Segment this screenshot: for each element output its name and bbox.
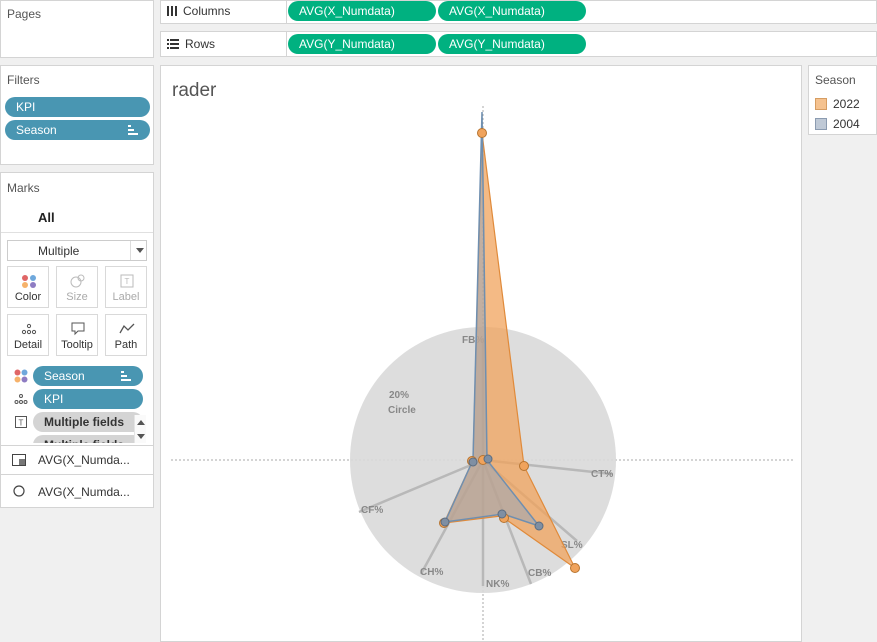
axis-label-ch: CH% [420, 567, 443, 578]
point-2004-ch[interactable] [440, 517, 450, 527]
shelf-divider [286, 1, 287, 23]
mark-type-value: Multiple [38, 244, 80, 258]
pages-card[interactable]: Pages [0, 0, 154, 58]
columns-pill-1[interactable]: AVG(X_Numdata) [288, 1, 436, 21]
filters-title: Filters [7, 73, 40, 87]
filter-pill-season[interactable]: Season [5, 120, 150, 140]
svg-text:T: T [19, 419, 24, 428]
detail-button-label: Detail [13, 339, 43, 351]
marks-layer-2[interactable]: AVG(X_Numda... [1, 475, 153, 507]
marks-layer-1-label: AVG(X_Numda... [38, 453, 130, 467]
axis-label-ct: CT% [591, 469, 613, 480]
area-layer-icon [12, 454, 26, 466]
pages-title: Pages [7, 7, 42, 21]
color-icon [22, 275, 36, 288]
rows-shelf-label: Rows [167, 37, 215, 51]
path-button[interactable]: Path [105, 314, 147, 356]
legend-swatch-2022 [815, 98, 827, 110]
rows-pill-1[interactable]: AVG(Y_Numdata) [288, 34, 436, 54]
sort-icon [121, 371, 131, 381]
size-button[interactable]: Size [56, 266, 98, 308]
columns-label: Columns [183, 4, 231, 18]
path-button-label: Path [114, 339, 138, 351]
detail-button[interactable]: Detail [7, 314, 49, 356]
filter-pill-season-label: Season [16, 123, 57, 137]
shelf-divider [286, 32, 287, 56]
tableau-workspace: Pages Columns AVG(X_Numdata) AVG(X_Numda… [0, 0, 877, 642]
circle-label-pct: 20% [389, 390, 409, 401]
point-2004-sl[interactable] [534, 521, 544, 531]
sort-icon [128, 125, 138, 135]
axis-label-nk: NK% [486, 579, 509, 590]
marks-field-season[interactable]: Season [33, 366, 143, 386]
point-2004-ct[interactable] [483, 454, 493, 464]
point-2022-sl[interactable] [570, 563, 580, 573]
marks-field-kpi[interactable]: KPI [33, 389, 143, 409]
marks-field-season-label: Season [44, 369, 85, 383]
point-2022-ct[interactable] [519, 461, 529, 471]
point-2004-cb[interactable] [497, 509, 507, 519]
point-2022-fb[interactable] [477, 128, 487, 138]
detail-icon [21, 323, 37, 335]
path-icon [119, 323, 135, 334]
point-2004-cf[interactable] [468, 457, 478, 467]
rows-shelf[interactable]: Rows AVG(Y_Numdata) AVG(Y_Numdata) [160, 31, 877, 57]
columns-shelf-label: Columns [167, 4, 230, 18]
axis-label-cb: CB% [528, 568, 551, 579]
marks-card[interactable]: Marks All Multiple Color Size T Label De… [0, 172, 154, 508]
legend-title: Season [815, 73, 856, 87]
color-field-icon [14, 369, 28, 383]
text-field-icon: T [15, 416, 27, 428]
tooltip-icon [71, 322, 85, 336]
marks-field-multiple-2[interactable]: Multiple fields [33, 435, 135, 443]
size-icon [70, 274, 85, 288]
view-panel[interactable]: rader FB% CT% SL% CB% NK% CH% CF% 20% Ci… [160, 65, 802, 642]
detail-field-icon [14, 394, 28, 404]
marks-field-multiple-1[interactable]: Multiple fields [33, 412, 143, 432]
label-button-label: Label [112, 291, 140, 303]
columns-pill-2[interactable]: AVG(X_Numdata) [438, 1, 586, 21]
rows-icon [167, 39, 179, 49]
legend-item-2022[interactable]: 2022 [815, 97, 860, 111]
legend-swatch-2004 [815, 118, 827, 130]
marks-layer-2-label: AVG(X_Numda... [38, 485, 130, 499]
size-button-label: Size [66, 291, 88, 303]
axis-label-cf: CF% [361, 505, 383, 516]
marks-scrollbar[interactable] [134, 415, 146, 443]
columns-icon [167, 6, 177, 16]
legend-label-2004: 2004 [833, 117, 860, 131]
chevron-down-icon [136, 248, 144, 253]
tooltip-button[interactable]: Tooltip [56, 314, 98, 356]
label-icon: T [120, 274, 134, 288]
scroll-up-icon [137, 420, 145, 425]
legend-item-2004[interactable]: 2004 [815, 117, 860, 131]
columns-shelf[interactable]: Columns AVG(X_Numdata) AVG(X_Numdata) [160, 0, 877, 24]
circle-label-text: Circle [388, 405, 416, 416]
marks-fields-clip: Multiple fields [1, 435, 135, 443]
radar-chart[interactable]: FB% CT% SL% CB% NK% CH% CF% 20% Circle [161, 66, 801, 641]
marks-layer-1[interactable]: AVG(X_Numda... [1, 446, 153, 474]
circle-layer-icon [13, 485, 25, 497]
svg-text:T: T [125, 277, 130, 286]
mark-type-dropdown[interactable]: Multiple [7, 240, 147, 261]
tooltip-button-label: Tooltip [61, 339, 93, 351]
rows-label: Rows [185, 37, 216, 51]
marks-all-tab[interactable]: All [38, 210, 55, 225]
color-button[interactable]: Color [7, 266, 49, 308]
marks-title: Marks [7, 181, 40, 195]
filter-pill-kpi[interactable]: KPI [5, 97, 150, 117]
legend-label-2022: 2022 [833, 97, 860, 111]
dropdown-divider [130, 241, 131, 260]
scroll-down-icon [137, 434, 145, 439]
label-button[interactable]: T Label [105, 266, 147, 308]
season-legend[interactable]: Season 2022 2004 [808, 65, 877, 135]
color-button-label: Color [14, 291, 42, 303]
rows-pill-2[interactable]: AVG(Y_Numdata) [438, 34, 586, 54]
divider [1, 232, 153, 233]
filters-card[interactable]: Filters KPI Season [0, 65, 154, 165]
